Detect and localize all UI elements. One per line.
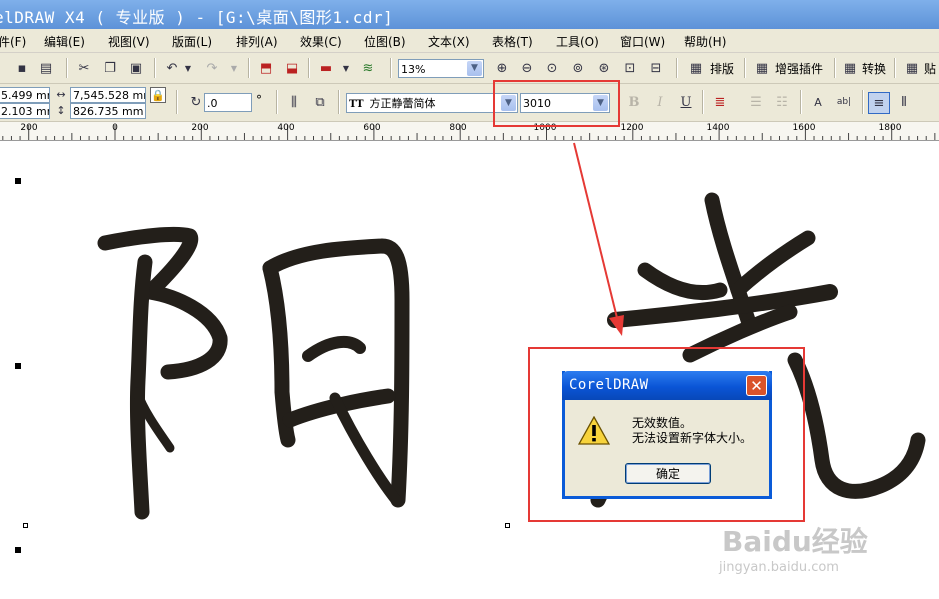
dialog-message-line2: 无法设置新字体大小。: [632, 431, 753, 445]
annotation-arrow: [573, 142, 624, 336]
dialog-title: CorelDRAW: [569, 377, 649, 393]
warning-icon: [578, 416, 610, 445]
error-dialog: CorelDRAW ✕ 无效数值。 无法设置新字体大小。 确定: [562, 371, 772, 499]
ok-button[interactable]: 确定: [625, 463, 711, 484]
dialog-title-bar: CorelDRAW ✕: [562, 371, 772, 400]
close-icon[interactable]: ✕: [746, 375, 767, 396]
watermark-url: jingyan.baidu.com: [719, 560, 839, 575]
watermark-brand: Baidu经验: [722, 525, 868, 558]
